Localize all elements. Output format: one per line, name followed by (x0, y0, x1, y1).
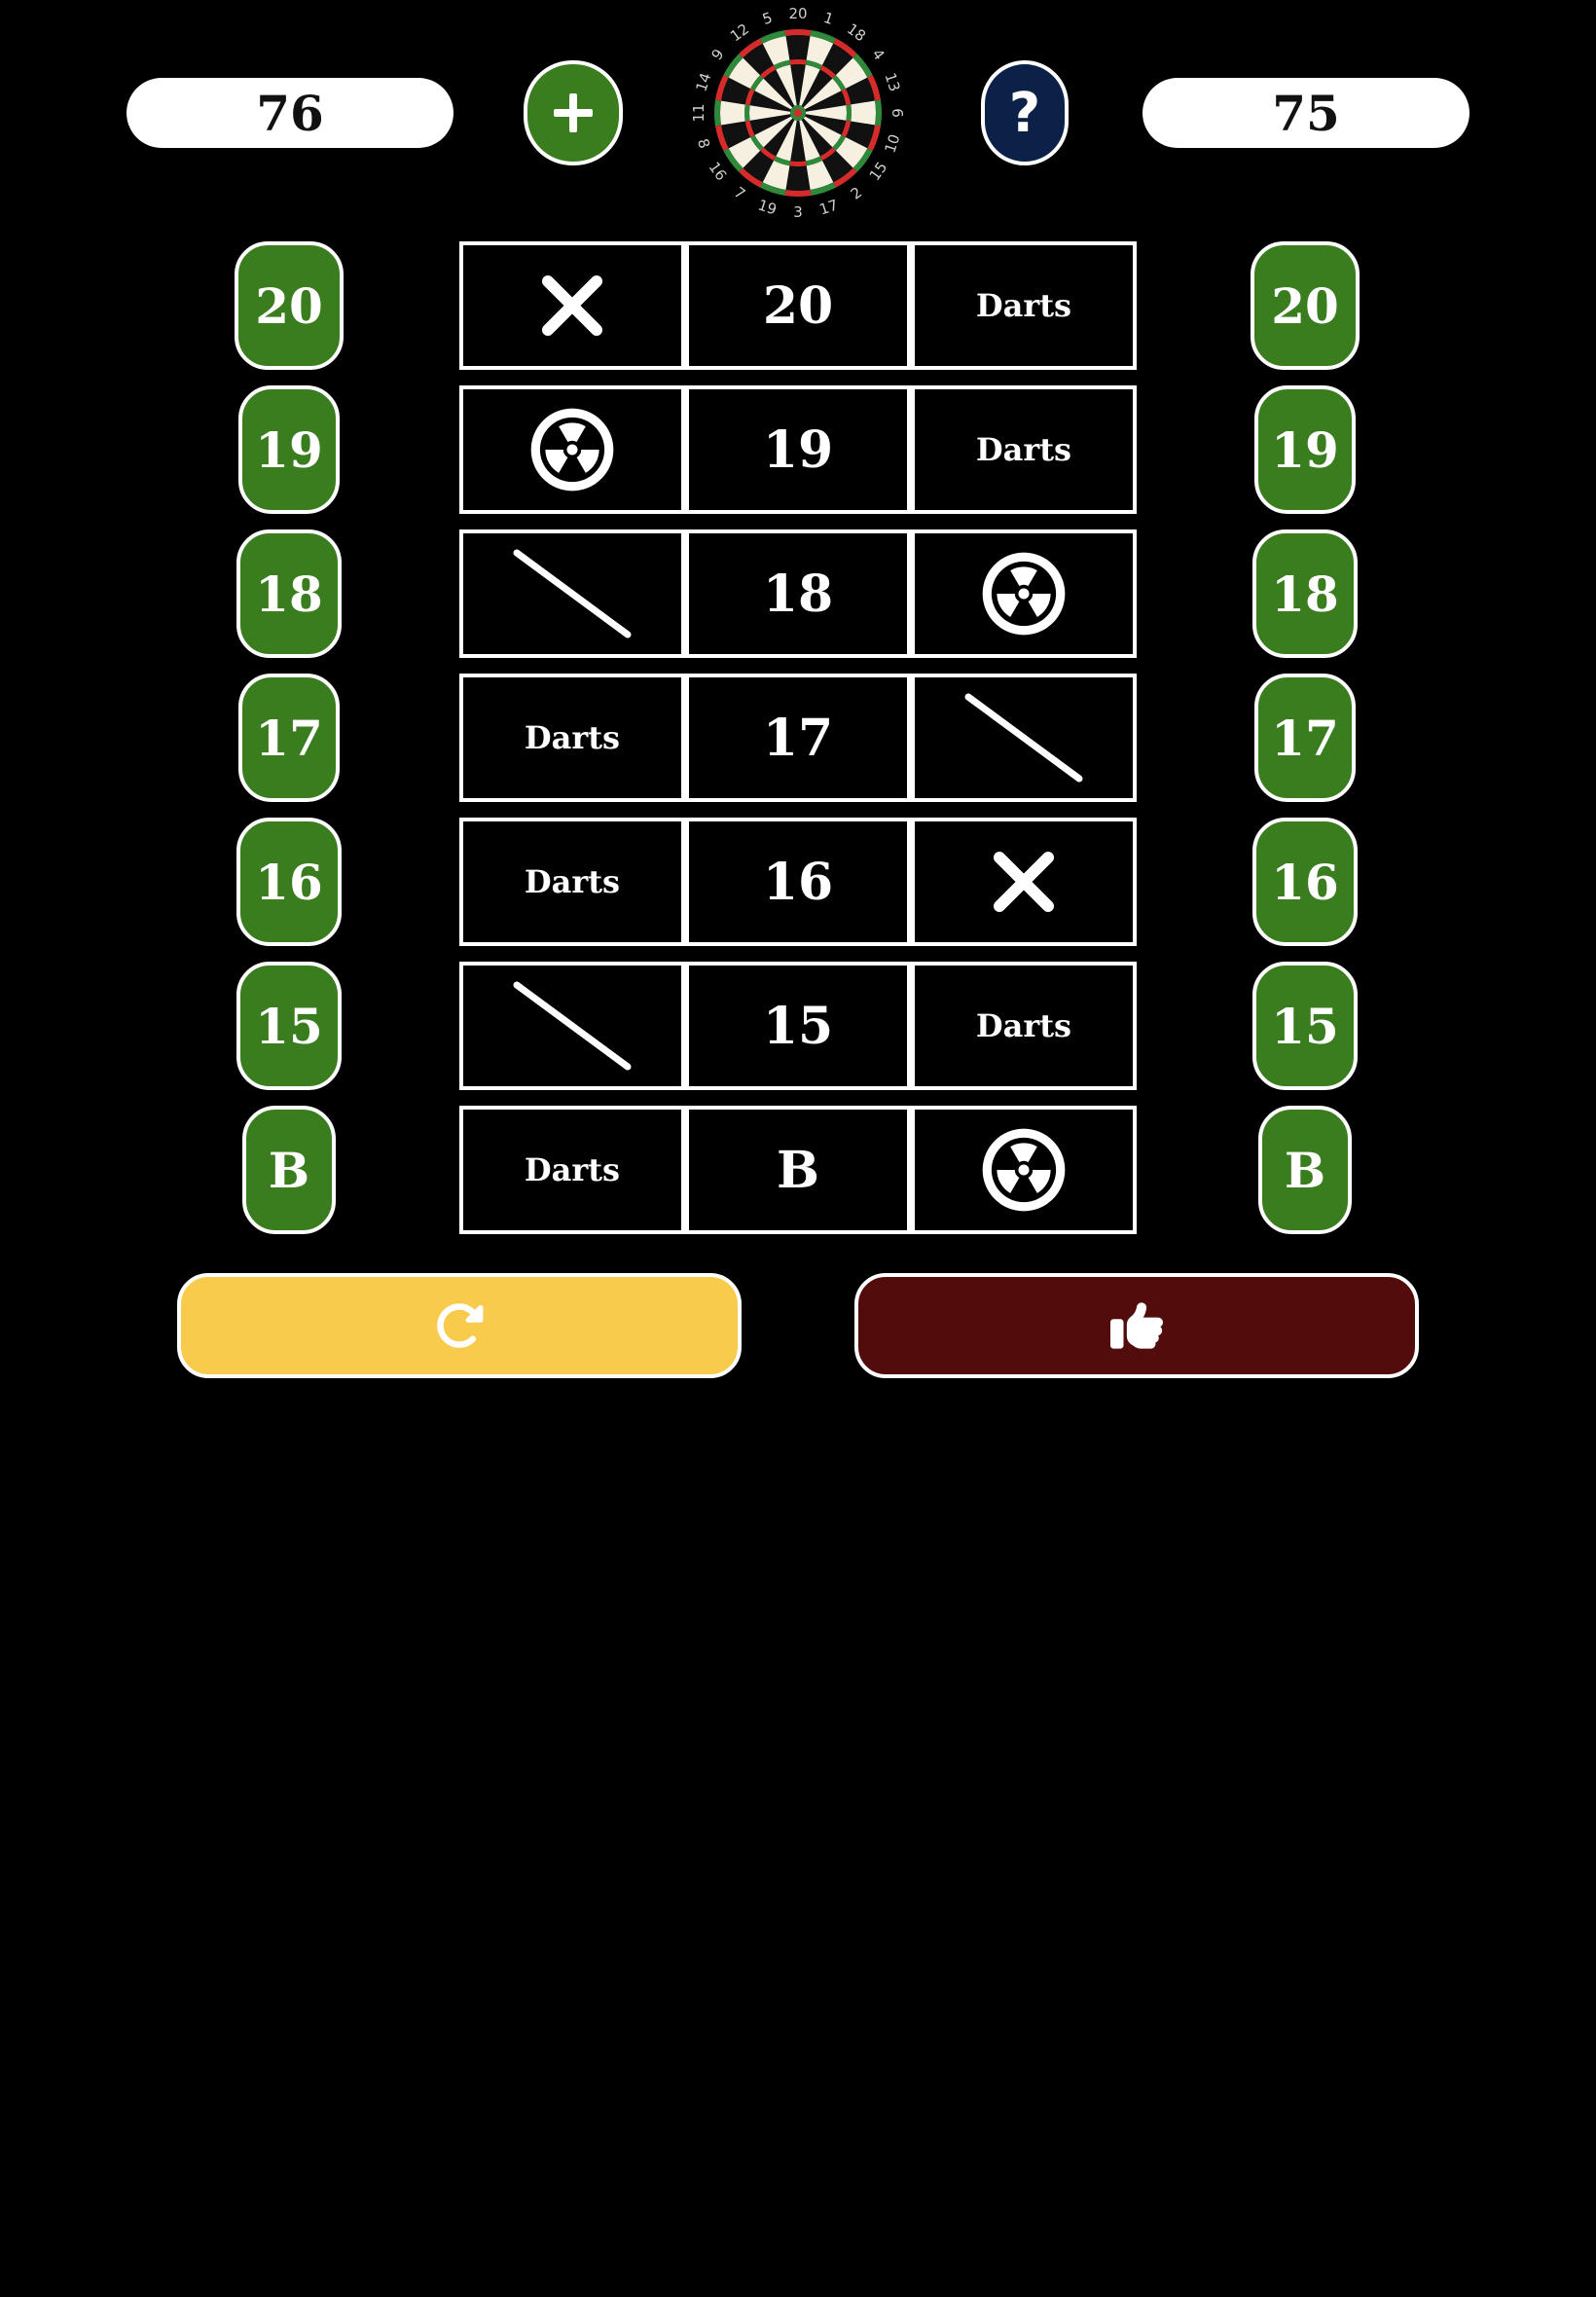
right-score-button[interactable]: 16 (1252, 818, 1358, 946)
right-mark-cell (911, 1106, 1137, 1234)
help-button[interactable]: ? (981, 60, 1069, 165)
dartboard-number: 18 (844, 20, 869, 46)
dartboard-number: 11 (690, 103, 707, 122)
cross-mark-icon (994, 852, 1054, 912)
left-mark-cell: Darts (459, 818, 685, 946)
right-score-button[interactable]: 19 (1254, 385, 1356, 514)
target-number-cell: 19 (685, 385, 911, 514)
right-mark-cell: Darts (911, 385, 1137, 514)
dartboard-number: 3 (793, 203, 803, 221)
right-mark-cell (911, 529, 1137, 658)
darts-mark-text: Darts (524, 1151, 621, 1188)
left-score-button[interactable]: 19 (238, 385, 340, 514)
left-mark-cell (459, 385, 685, 514)
dartboard-number: 5 (760, 9, 775, 28)
target-number-cell: 15 (685, 962, 911, 1090)
right-mark-cell: Darts (911, 962, 1137, 1090)
dartboard-number: 6 (889, 108, 906, 118)
confirm-button[interactable] (854, 1273, 1419, 1378)
cross-mark-icon (542, 275, 602, 336)
dartboard-number: 14 (692, 71, 714, 94)
target-number-cell: 18 (685, 529, 911, 658)
dartboard-number: 12 (727, 20, 752, 46)
target-number-cell: 17 (685, 674, 911, 802)
dartboard-number: 2 (848, 183, 865, 202)
right-mark-cell: Darts (911, 241, 1137, 370)
dartboard-number: 8 (694, 136, 713, 151)
nuclear-mark-icon (982, 1128, 1066, 1212)
right-score-button[interactable]: 18 (1252, 529, 1358, 658)
darts-mark-text: Darts (975, 1007, 1072, 1044)
plus-icon (554, 93, 593, 132)
dartboard-number: 10 (882, 132, 904, 156)
player-left-score: 76 (127, 78, 453, 148)
nuclear-mark-icon (530, 408, 614, 492)
dartboard-number: 13 (882, 71, 904, 94)
right-score-button[interactable]: 20 (1251, 241, 1360, 370)
left-mark-cell (459, 962, 685, 1090)
left-score-button[interactable]: 18 (236, 529, 342, 658)
left-mark-cell (459, 241, 685, 370)
left-mark-cell (459, 529, 685, 658)
dartboard-number: 1 (821, 9, 836, 28)
player-right-score: 75 (1143, 78, 1469, 148)
add-button[interactable] (524, 60, 623, 165)
dartboard-number: 20 (788, 5, 807, 22)
refresh-icon (437, 1303, 484, 1348)
left-mark-cell: Darts (459, 1106, 685, 1234)
right-score-button[interactable]: 15 (1252, 962, 1358, 1090)
left-score-button[interactable]: 17 (238, 674, 340, 802)
target-number-cell: 16 (685, 818, 911, 946)
slash-mark-icon (513, 549, 632, 638)
right-score-button[interactable]: 17 (1254, 674, 1356, 802)
left-mark-cell: Darts (459, 674, 685, 802)
left-score-button[interactable]: 20 (235, 241, 344, 370)
darts-mark-text: Darts (975, 431, 1072, 468)
slash-mark-icon (513, 981, 632, 1071)
left-score-button[interactable]: 16 (236, 818, 342, 946)
nuclear-mark-icon (982, 552, 1066, 636)
target-number-cell: B (685, 1106, 911, 1234)
dartboard-number: 16 (706, 159, 731, 184)
dartboard-number: 17 (817, 197, 841, 219)
dartboard-number: 4 (868, 46, 888, 63)
slash-mark-icon (964, 693, 1083, 783)
right-mark-cell (911, 674, 1137, 802)
refresh-button[interactable] (177, 1273, 742, 1378)
right-score-button[interactable]: B (1258, 1106, 1352, 1234)
question-icon: ? (1008, 81, 1041, 145)
dartboard-icon: 20 1 184 13 6 10 152 17 3 19 716 8 11 14 912 5 (690, 5, 906, 221)
thumbs-up-icon (1110, 1302, 1163, 1349)
dartboard-number: 15 (866, 159, 891, 184)
dartboard-number: 9 (707, 46, 727, 63)
left-score-button[interactable]: B (242, 1106, 336, 1234)
right-mark-cell (911, 818, 1137, 946)
target-number-cell: 20 (685, 241, 911, 370)
darts-mark-text: Darts (975, 287, 1072, 324)
darts-mark-text: Darts (524, 719, 621, 756)
left-score-button[interactable]: 15 (236, 962, 342, 1090)
darts-mark-text: Darts (524, 863, 621, 900)
dartboard-number: 7 (731, 183, 748, 202)
dartboard-number: 19 (756, 197, 780, 219)
